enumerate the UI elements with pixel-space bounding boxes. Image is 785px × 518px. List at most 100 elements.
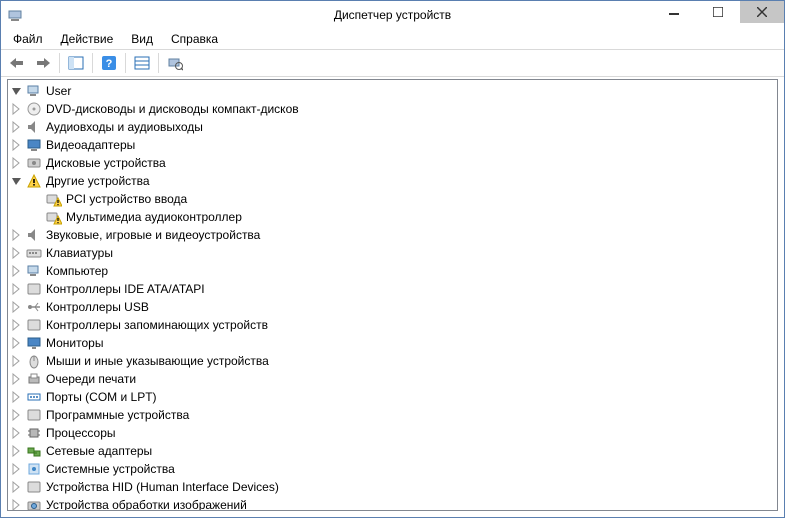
ide-icon (26, 281, 42, 297)
tree-node-ports[interactable]: Порты (COM и LPT) (10, 388, 775, 406)
hid-icon (26, 479, 42, 495)
expander-icon[interactable] (10, 84, 24, 98)
expander-icon[interactable] (10, 228, 24, 242)
show-hide-tree-button[interactable] (64, 51, 88, 75)
tree-node-label: Аудиовходы и аудиовыходы (44, 120, 203, 134)
expander-icon[interactable] (10, 408, 24, 422)
maximize-button[interactable] (696, 1, 740, 23)
tree-node-storage[interactable]: Контроллеры запоминающих устройств (10, 316, 775, 334)
toolbar-separator (125, 53, 126, 73)
printer-icon (26, 371, 42, 387)
cpu-icon (26, 425, 42, 441)
tree-node-label: Системные устройства (44, 462, 175, 476)
tree-node-usb[interactable]: Контроллеры USB (10, 298, 775, 316)
expander-icon[interactable] (10, 444, 24, 458)
expander-icon[interactable] (10, 246, 24, 260)
expander-icon[interactable] (10, 354, 24, 368)
menu-view[interactable]: Вид (123, 30, 161, 48)
tree-node-label: Сетевые адаптеры (44, 444, 152, 458)
help-button[interactable]: ? (97, 51, 121, 75)
tree-node-computer[interactable]: Компьютер (10, 262, 775, 280)
toolbar-separator (158, 53, 159, 73)
tree-node-label: Мониторы (44, 336, 103, 350)
window-controls (652, 1, 784, 23)
tree-node-label: Контроллеры USB (44, 300, 149, 314)
back-button[interactable] (5, 51, 29, 75)
tree-root-node[interactable]: User (10, 82, 775, 100)
tree-node-audio-io[interactable]: Аудиовходы и аудиовыходы (10, 118, 775, 136)
warning-icon (26, 173, 42, 189)
tree-node-disk[interactable]: Дисковые устройства (10, 154, 775, 172)
tree-node-label: Очереди печати (44, 372, 136, 386)
tree-node-mm-audio[interactable]: Мультимедиа аудиоконтроллер (30, 208, 775, 226)
tree-node-hid[interactable]: Устройства HID (Human Interface Devices) (10, 478, 775, 496)
tree-node-cpu[interactable]: Процессоры (10, 424, 775, 442)
expander-icon[interactable] (10, 120, 24, 134)
tree-node-label: Мультимедиа аудиоконтроллер (64, 210, 242, 224)
forward-button[interactable] (31, 51, 55, 75)
tree-node-label: Клавиатуры (44, 246, 113, 260)
menu-help[interactable]: Справка (163, 30, 226, 48)
tree-node-label: DVD-дисководы и дисководы компакт-дисков (44, 102, 299, 116)
computer-icon (26, 263, 42, 279)
speaker-icon (26, 227, 42, 243)
tree-node-label: Компьютер (44, 264, 108, 278)
expander-icon[interactable] (10, 480, 24, 494)
toolbar-separator (92, 53, 93, 73)
tree-root-label: User (44, 84, 71, 98)
tree-node-other[interactable]: Другие устройства (10, 172, 775, 190)
tree-node-pci-input[interactable]: PCI устройство ввода (30, 190, 775, 208)
expander-icon[interactable] (10, 462, 24, 476)
tree-node-keyboard[interactable]: Клавиатуры (10, 244, 775, 262)
tree-node-printq[interactable]: Очереди печати (10, 370, 775, 388)
tree-node-label: Мыши и иные указывающие устройства (44, 354, 269, 368)
menu-action[interactable]: Действие (53, 30, 122, 48)
menubar: Файл Действие Вид Справка (1, 29, 784, 49)
expander-icon[interactable] (10, 498, 24, 511)
tree-node-video[interactable]: Видеоадаптеры (10, 136, 775, 154)
warning-device-icon (46, 209, 62, 225)
tree-node-label: Программные устройства (44, 408, 189, 422)
expander-spacer (30, 192, 44, 206)
tree-node-label: Видеоадаптеры (44, 138, 135, 152)
expander-icon[interactable] (10, 264, 24, 278)
tree-node-imaging[interactable]: Устройства обработки изображений (10, 496, 775, 511)
expander-icon[interactable] (10, 282, 24, 296)
expander-icon[interactable] (10, 102, 24, 116)
close-button[interactable] (740, 1, 784, 23)
titlebar: Диспетчер устройств (1, 1, 784, 29)
minimize-button[interactable] (652, 1, 696, 23)
properties-button[interactable] (130, 51, 154, 75)
tree-node-sound[interactable]: Звуковые, игровые и видеоустройства (10, 226, 775, 244)
tree-node-network[interactable]: Сетевые адаптеры (10, 442, 775, 460)
tree-node-system[interactable]: Системные устройства (10, 460, 775, 478)
expander-spacer (30, 210, 44, 224)
expander-icon[interactable] (10, 372, 24, 386)
expander-icon[interactable] (10, 156, 24, 170)
device-tree-container[interactable]: User DVD-дисководы и дисководы компакт-д… (7, 79, 778, 511)
warning-device-icon (46, 191, 62, 207)
imaging-icon (26, 497, 42, 511)
svg-text:?: ? (106, 58, 113, 70)
expander-icon[interactable] (10, 336, 24, 350)
tree-node-dvd[interactable]: DVD-дисководы и дисководы компакт-дисков (10, 100, 775, 118)
expander-icon[interactable] (10, 390, 24, 404)
tree-node-ide[interactable]: Контроллеры IDE ATA/ATAPI (10, 280, 775, 298)
toolbar: ? (1, 49, 784, 77)
tree-node-monitors[interactable]: Мониторы (10, 334, 775, 352)
expander-icon[interactable] (10, 174, 24, 188)
tree-node-software[interactable]: Программные устройства (10, 406, 775, 424)
tree-node-label: Другие устройства (44, 174, 150, 188)
tree-node-mice[interactable]: Мыши и иные указывающие устройства (10, 352, 775, 370)
window-title: Диспетчер устройств (334, 8, 451, 22)
tree-node-label: Устройства HID (Human Interface Devices) (44, 480, 279, 494)
expander-icon[interactable] (10, 426, 24, 440)
expander-icon[interactable] (10, 300, 24, 314)
expander-icon[interactable] (10, 318, 24, 332)
expander-icon[interactable] (10, 138, 24, 152)
tree-node-label: Контроллеры запоминающих устройств (44, 318, 268, 332)
scan-hardware-button[interactable] (163, 51, 187, 75)
software-icon (26, 407, 42, 423)
system-icon (26, 461, 42, 477)
menu-file[interactable]: Файл (5, 30, 51, 48)
